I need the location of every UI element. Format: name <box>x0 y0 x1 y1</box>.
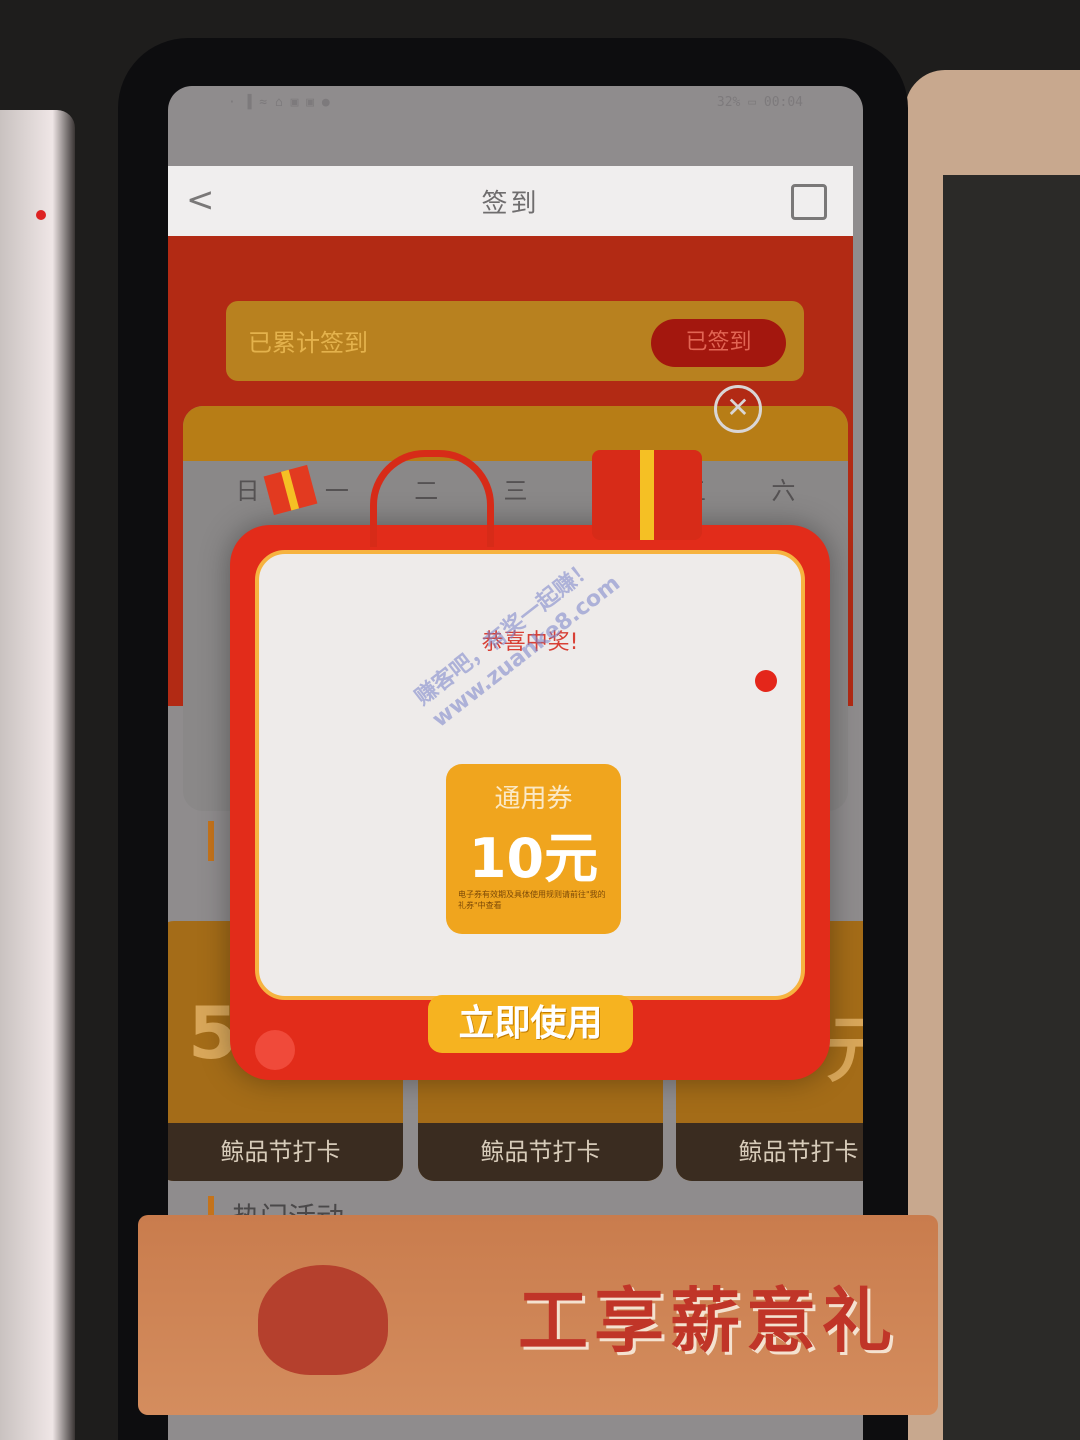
title-bar: < 签到 <box>168 166 853 236</box>
promo-banner[interactable]: 工享薪意礼 <box>138 1215 938 1415</box>
use-now-button[interactable]: 立即使用 <box>428 995 633 1053</box>
left-phone-edge <box>0 110 75 1440</box>
back-icon[interactable]: < <box>186 180 215 220</box>
card-label: 鲸品节打卡 <box>676 1123 863 1181</box>
close-icon[interactable]: ✕ <box>714 385 762 433</box>
status-bar: · ▐ ≈ ⌂ ▣ ▣ ● 32% ▭ 00:04 <box>168 86 863 118</box>
weekday: 一 <box>324 477 349 505</box>
coupon-amount: 10元 <box>468 827 599 890</box>
coupon: 通用券 10元 电子券有效期及具体使用规则请前往"我的礼券"中查看 <box>446 764 621 934</box>
coupon-title: 通用券 <box>494 784 573 814</box>
lucky-bag-illustration <box>258 1265 388 1375</box>
signin-card: 已累计签到 已签到 <box>226 301 804 381</box>
share-icon[interactable] <box>791 184 827 220</box>
weekday: 六 <box>771 477 796 505</box>
card-amount: 元 <box>826 1008 863 1092</box>
decor-dot <box>255 1030 295 1070</box>
page-title: 签到 <box>481 188 540 219</box>
red-dot <box>36 210 46 220</box>
status-battery-time: 32% ▭ 00:04 <box>716 94 803 110</box>
coupon-note: 电子券有效期及具体使用规则请前往"我的礼券"中查看 <box>458 890 606 910</box>
right-phone-screen <box>943 175 1080 1440</box>
gift-box-icon <box>592 450 702 540</box>
weekday: 三 <box>503 477 528 505</box>
card-label: 鲸品节打卡 <box>168 1123 403 1181</box>
decor-dot <box>755 670 777 692</box>
signin-count-label: 已累计签到 <box>248 329 368 357</box>
status-icons: · ▐ ≈ ⌂ ▣ ▣ ● <box>228 94 330 110</box>
banner-title: 工享薪意礼 <box>518 1280 898 1362</box>
card-label: 鲸品节打卡 <box>418 1123 663 1181</box>
signed-button[interactable]: 已签到 <box>651 319 786 367</box>
gift-bag-icon <box>370 450 494 547</box>
weekday: 日 <box>235 477 260 505</box>
